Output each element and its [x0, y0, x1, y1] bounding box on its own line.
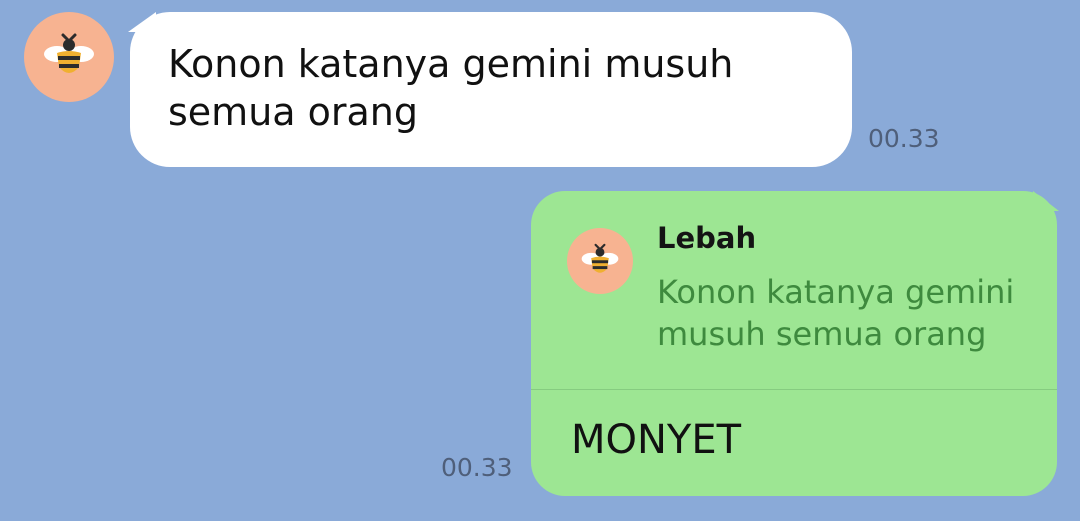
reply-quoted-text: Konon katanya gemini musuh semua orang [657, 273, 1015, 353]
reply-avatar [567, 228, 633, 294]
chat-view: Konon katanya gemini musuh semua orang 0… [0, 0, 1080, 521]
message-time: 00.33 [868, 124, 940, 153]
outgoing-message-bubble[interactable]: Lebah Konon katanya gemini musuh semua o… [531, 191, 1059, 496]
reply-divider [531, 389, 1057, 390]
message-time: 00.33 [441, 453, 513, 482]
message-text: Konon katanya gemini musuh semua orang [168, 42, 734, 134]
bubble-tail [128, 12, 156, 32]
message-text: MONYET [571, 417, 742, 463]
reply-sender-name: Lebah [657, 221, 757, 255]
bee-icon [581, 243, 619, 273]
sender-avatar[interactable] [24, 12, 114, 102]
quoted-reply[interactable]: Lebah Konon katanya gemini musuh semua o… [531, 191, 1057, 389]
incoming-message-bubble[interactable]: Konon katanya gemini musuh semua orang [128, 12, 852, 167]
bee-icon [44, 33, 94, 73]
